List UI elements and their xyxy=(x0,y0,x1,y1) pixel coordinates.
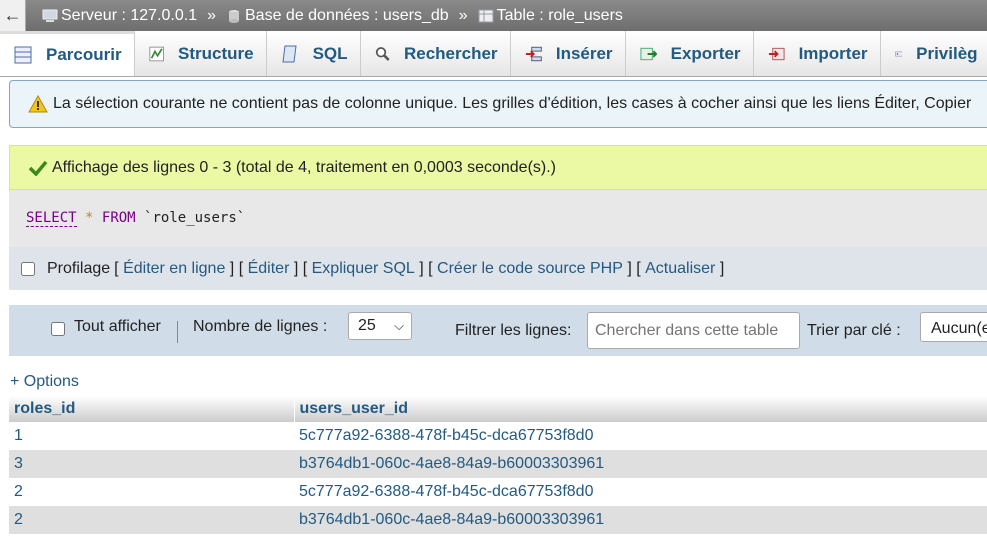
explain-sql-link[interactable]: Expliquer SQL xyxy=(312,260,415,278)
back-button[interactable]: ← xyxy=(0,0,26,31)
tab-sql-label: SQL xyxy=(312,43,348,63)
rows-count-label: Nombre de lignes : xyxy=(193,318,328,335)
cell-users-user-id[interactable]: 5c777a92-6388-478f-b45c-dca67753f8d0 xyxy=(294,422,987,450)
sql-keyword-select[interactable]: SELECT xyxy=(26,210,77,227)
sql-icon xyxy=(282,45,297,62)
breadcrumb-database[interactable]: Base de données : users_db xyxy=(226,7,449,25)
column-header-roles-id[interactable]: roles_id xyxy=(9,396,295,422)
tab-search-label: Rechercher xyxy=(403,43,498,63)
export-icon xyxy=(640,47,657,60)
database-icon xyxy=(229,9,239,23)
tab-insert-label: Insérer xyxy=(555,43,613,63)
sql-keyword-from: FROM xyxy=(101,210,136,226)
warning-icon xyxy=(28,95,48,113)
warning-text: La sélection courante ne contient pas de… xyxy=(53,95,972,112)
sql-table-name: `role_users` xyxy=(144,210,246,226)
cell-users-user-id[interactable]: 5c777a92-6388-478f-b45c-dca67753f8d0 xyxy=(294,478,987,506)
filter-label: Filtrer les lignes: xyxy=(455,322,572,339)
table-row[interactable]: 3 b3764db1-060c-4ae8-84a9-b60003303961 xyxy=(9,450,987,478)
tab-privileges-label: Privilèg xyxy=(916,43,978,63)
tab-search[interactable]: Rechercher xyxy=(360,31,511,76)
table-header-row: roles_id users_user_id xyxy=(9,396,987,422)
sort-by-key-label: Trier par clé : xyxy=(807,322,901,339)
chevron-down-icon: ⌵ xyxy=(394,318,404,333)
success-notice: Affichage des lignes 0 - 3 (total de 4, … xyxy=(9,145,987,190)
sql-star: * xyxy=(85,210,94,226)
column-header-users-user-id[interactable]: users_user_id xyxy=(294,396,987,422)
import-icon xyxy=(768,47,785,60)
warning-notice: La sélection courante ne contient pas de… xyxy=(9,80,987,128)
results-table: roles_id users_user_id 1 5c777a92-6388-4… xyxy=(9,396,987,534)
profiling-row: Profilage [ Éditer en ligne ] [ Éditer ]… xyxy=(9,247,987,290)
tab-structure-label: Structure xyxy=(178,43,254,63)
insert-icon xyxy=(525,46,542,61)
edit-link[interactable]: Éditer xyxy=(248,260,290,278)
profiling-label: Profilage xyxy=(47,259,111,277)
sort-by-key-select[interactable]: Aucun(e) xyxy=(920,312,987,342)
cell-users-user-id[interactable]: b3764db1-060c-4ae8-84a9-b60003303961 xyxy=(294,506,987,534)
privileges-icon xyxy=(894,51,902,56)
breadcrumb-server-label: Serveur : 127.0.0.1 xyxy=(61,6,198,24)
structure-icon xyxy=(149,46,164,61)
tab-bar: Parcourir Structure SQL Rechercher Insér… xyxy=(0,31,987,77)
create-php-code-link[interactable]: Créer le code source PHP xyxy=(437,260,623,278)
divider xyxy=(177,321,178,343)
checkmark-icon xyxy=(28,160,48,176)
breadcrumb-separator: » xyxy=(207,6,216,24)
profiling-checkbox[interactable] xyxy=(21,261,35,276)
show-all-checkbox[interactable] xyxy=(51,322,65,336)
tab-browse[interactable]: Parcourir xyxy=(0,31,135,76)
tab-export[interactable]: Exporter xyxy=(625,31,754,76)
tab-export-label: Exporter xyxy=(670,43,741,63)
tab-insert[interactable]: Insérer xyxy=(510,31,626,76)
rows-count-select[interactable]: 25 ⌵ xyxy=(348,312,412,340)
show-all-label: Tout afficher xyxy=(74,318,161,335)
refresh-link[interactable]: Actualiser xyxy=(645,260,715,278)
breadcrumb-separator: » xyxy=(458,6,468,24)
tab-browse-label: Parcourir xyxy=(46,45,122,64)
filter-rows-input[interactable] xyxy=(587,312,800,349)
breadcrumb-database-label: Base de données : users_db xyxy=(245,6,449,24)
sql-query[interactable]: SELECT * FROM `role_users` xyxy=(26,210,246,227)
tab-import-label: Importer xyxy=(798,43,868,63)
breadcrumb-server[interactable]: Serveur : 127.0.0.1 xyxy=(42,7,197,25)
breadcrumb-table-label: Table : role_users xyxy=(496,6,623,24)
cell-roles-id[interactable]: 3 xyxy=(9,450,294,478)
cell-roles-id[interactable]: 1 xyxy=(9,422,294,450)
success-text: Affichage des lignes 0 - 3 (total de 4, … xyxy=(52,158,556,176)
breadcrumb: ← Serveur : 127.0.0.1 » Base de données … xyxy=(0,0,987,31)
tab-structure[interactable]: Structure xyxy=(134,31,267,76)
table-icon xyxy=(478,9,494,22)
edit-inline-link[interactable]: Éditer en ligne xyxy=(123,260,225,278)
cell-users-user-id[interactable]: b3764db1-060c-4ae8-84a9-b60003303961 xyxy=(294,450,987,478)
rows-count-value: 25 xyxy=(358,317,376,334)
navigation-bar: Tout afficher Nombre de lignes : 25 ⌵ Fi… xyxy=(9,305,987,356)
options-link[interactable]: + Options xyxy=(10,373,79,391)
table-row[interactable]: 1 5c777a92-6388-478f-b45c-dca67753f8d0 xyxy=(9,422,987,450)
tab-privileges[interactable]: Privilèg xyxy=(880,31,987,76)
tab-import[interactable]: Importer xyxy=(753,31,881,76)
browse-icon xyxy=(14,46,32,64)
sort-by-key-value: Aucun(e) xyxy=(931,320,987,337)
server-icon xyxy=(42,9,58,22)
tab-sql[interactable]: SQL xyxy=(266,31,361,76)
search-icon xyxy=(375,46,390,61)
table-row[interactable]: 2 5c777a92-6388-478f-b45c-dca67753f8d0 xyxy=(9,478,987,506)
sql-query-box[interactable]: SELECT * FROM `role_users` xyxy=(9,190,987,247)
breadcrumb-table[interactable]: Table : role_users xyxy=(478,7,623,25)
cell-roles-id[interactable]: 2 xyxy=(9,478,294,506)
cell-roles-id[interactable]: 2 xyxy=(9,506,294,534)
table-row[interactable]: 2 b3764db1-060c-4ae8-84a9-b60003303961 xyxy=(9,506,987,534)
